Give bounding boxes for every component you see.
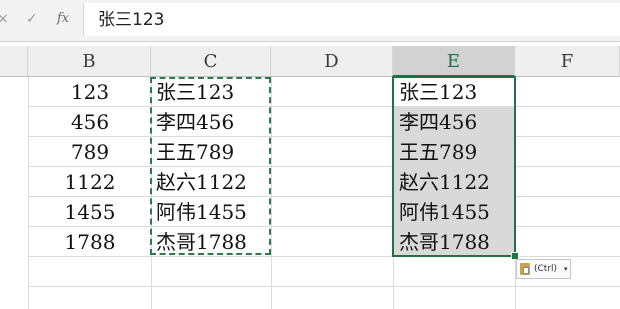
grid-line (271, 77, 272, 309)
column-header-b[interactable]: B (28, 46, 151, 77)
column-header-c[interactable]: C (151, 46, 271, 77)
paste-options-label: (Ctrl) (534, 264, 558, 274)
cell-b3[interactable]: 789 (29, 137, 151, 167)
formula-bar-controls: × ✓ fx (0, 0, 80, 41)
cell-e4[interactable]: 赵六1122 (393, 167, 515, 196)
formula-bar-divider (0, 41, 620, 42)
cell-c3[interactable]: 王五789 (150, 137, 271, 167)
cell-b2[interactable]: 456 (29, 107, 151, 137)
cell-e6[interactable]: 杰哥1788 (393, 227, 515, 256)
row-header-stub[interactable] (0, 46, 28, 77)
chevron-down-icon: ▾ (564, 265, 568, 273)
cell-e5[interactable]: 阿伟1455 (393, 197, 515, 226)
cell-b6[interactable]: 1788 (29, 227, 151, 257)
formula-input-value: 张三123 (98, 10, 165, 30)
cell-b5[interactable]: 1455 (29, 197, 151, 227)
paste-options-button[interactable]: (Ctrl) ▾ (516, 259, 571, 279)
formula-bar: × ✓ fx 张三123 (0, 0, 620, 41)
cell-c2[interactable]: 李四456 (150, 107, 271, 137)
cancel-icon[interactable]: × (0, 8, 9, 30)
enter-icon[interactable]: ✓ (26, 8, 38, 30)
cell-c5[interactable]: 阿伟1455 (150, 197, 271, 227)
column-header-d[interactable]: D (271, 46, 393, 77)
cell-b4[interactable]: 1122 (29, 167, 151, 197)
grid-line (28, 286, 620, 287)
cell-c1[interactable]: 张三123 (150, 77, 271, 107)
formula-input[interactable]: 张三123 (83, 3, 620, 36)
cell-b1[interactable]: 123 (29, 77, 151, 107)
cell-e2[interactable]: 李四456 (393, 107, 515, 136)
cell-c6[interactable]: 杰哥1788 (150, 227, 271, 257)
clipboard-icon (520, 263, 530, 275)
cell-c4[interactable]: 赵六1122 (150, 167, 271, 197)
column-header-e[interactable]: E (393, 46, 515, 77)
column-header-f[interactable]: F (515, 46, 620, 77)
cell-e1[interactable]: 张三123 (393, 77, 515, 107)
insert-function-icon[interactable]: fx (57, 8, 69, 30)
cell-e3[interactable]: 王五789 (393, 137, 515, 166)
